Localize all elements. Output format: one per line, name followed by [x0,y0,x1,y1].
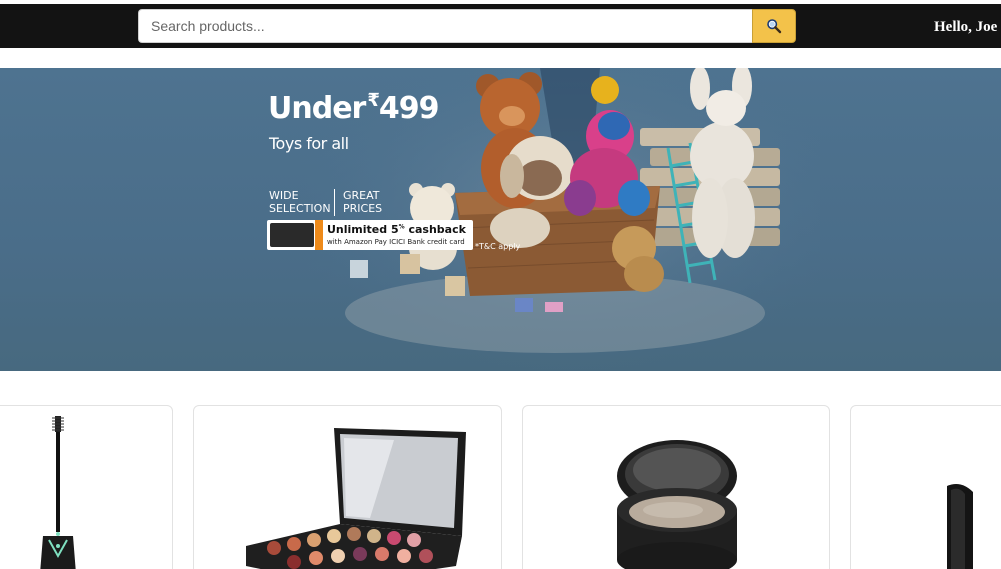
offer-title-text: Unlimited 5 [327,223,399,236]
compact-powder-image [617,440,737,569]
credit-card-image [270,223,314,247]
search-input[interactable] [138,9,752,43]
cashback-offer-box: Unlimited 5% cashback with Amazon Pay IC… [267,220,473,250]
feature-line: PRICES [343,202,383,215]
offer-subtitle: with Amazon Pay ICICI Bank credit card [327,238,465,246]
product-card[interactable] [0,405,173,569]
currency-symbol: ₹ [367,90,379,111]
lipstick-image [947,484,973,569]
banner-subtitle: Toys for all [269,134,349,153]
feature-line: SELECTION [269,202,331,215]
header-spacer [0,48,1001,68]
search-bar [138,9,796,43]
search-icon [767,19,782,34]
product-card[interactable] [193,405,502,569]
offer-title: Unlimited 5% cashback [327,223,466,236]
feature-line: GREAT [343,189,380,202]
user-greeting[interactable]: Hello, Joe [934,19,997,36]
banner-headline-prefix: Under [268,91,366,126]
banner-headline: Under ₹499 [268,90,439,126]
product-card[interactable] [522,405,830,569]
product-carousel [0,371,1001,569]
search-button[interactable] [752,9,796,43]
offer-title-rest: cashback [404,223,466,236]
top-navigation-background: Hello, Joe [0,4,1001,48]
feature-divider [334,189,335,216]
eyeshadow-palette-image [246,428,466,569]
banner-toys-illustration [300,68,820,371]
feature-wide-selection: WIDE SELECTION [269,189,331,215]
banner-headline-amount: 499 [378,91,440,126]
terms-note: *T&C apply [475,242,521,251]
feature-line: WIDE [269,189,299,202]
promo-banner[interactable]: Under ₹499 Toys for all WIDE SELECTION GR… [0,68,1001,371]
offer-accent-strip [315,220,323,250]
mascara-image [40,416,76,569]
top-navigation-bar: Hello, Joe [0,0,1001,48]
feature-great-prices: GREAT PRICES [343,189,382,215]
product-card[interactable] [850,405,1001,569]
